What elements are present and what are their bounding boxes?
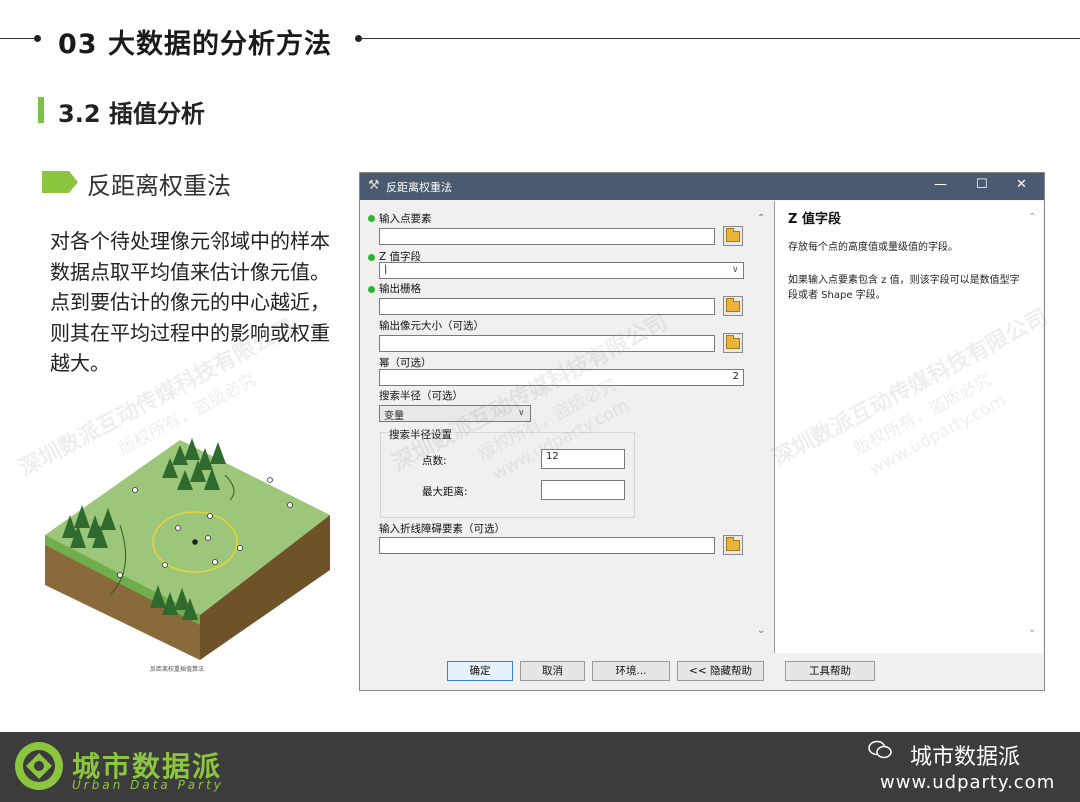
help-paragraph-1: 存放每个点的高度值或量级值的字段。 (788, 242, 958, 253)
search-radius-label: 搜索半径（可选） (379, 390, 463, 402)
power-label: 幂（可选） (379, 357, 432, 369)
folder-icon (726, 335, 740, 349)
help-paragraph-2: 如果输入点要素包含 z 值，则该字段可以是数值型字段或者 Shape 字段。 (788, 275, 1020, 301)
required-dot-icon (368, 254, 375, 261)
scroll-up-icon[interactable]: ⌃ (757, 213, 765, 224)
z-field-select[interactable]: | (379, 262, 744, 279)
max-distance-field[interactable] (541, 480, 625, 500)
barrier-label: 输入折线障碍要素（可选） (379, 523, 505, 535)
required-dot-icon (368, 215, 375, 222)
wechat-icon (868, 740, 892, 759)
footer-account-name: 城市数据派 (910, 745, 1021, 770)
minimize-button[interactable]: — (934, 177, 947, 192)
page-title: 03 大数据的分析方法 (58, 29, 332, 60)
barrier-field[interactable] (379, 537, 715, 554)
header-dot-left (34, 35, 41, 42)
max-distance-label: 最大距离: (422, 486, 468, 498)
scroll-down-icon[interactable]: ⌄ (1028, 624, 1036, 635)
header-rule-right (360, 38, 1080, 39)
hide-help-button[interactable]: << 隐藏帮助 (677, 661, 764, 681)
footer-bar: 城市数据派 Urban Data Party 城市数据派 www.udparty… (0, 732, 1080, 802)
output-raster-field[interactable] (379, 298, 715, 315)
help-title: Z 值字段 (788, 212, 841, 227)
browse-barrier-button[interactable] (723, 535, 743, 555)
environments-button[interactable]: 环境... (592, 661, 670, 681)
illustration-caption: 反距离权重插值算法 (150, 666, 205, 673)
brand-tagline: Urban Data Party (72, 778, 224, 792)
tag-arrow-icon (42, 171, 78, 193)
cell-size-label: 输出像元大小（可选） (379, 320, 484, 332)
output-raster-label: 输出栅格 (379, 283, 421, 295)
chevron-down-icon[interactable]: ∨ (732, 265, 739, 275)
cancel-button[interactable]: 取消 (520, 661, 585, 681)
method-description: 对各个待处理像元邻域中的样本数据点取平均值来估计像元值。点到要估计的像元的中心越… (50, 229, 330, 375)
dialog-title: 反距离权重法 (386, 181, 452, 194)
folder-icon (726, 228, 740, 242)
method-tag: 反距离权重法 (87, 172, 231, 200)
scroll-down-icon[interactable]: ⌄ (757, 625, 765, 636)
folder-icon (726, 298, 740, 312)
section-title: 3.2 插值分析 (58, 100, 205, 128)
cell-size-field[interactable] (379, 335, 715, 352)
close-button[interactable]: ✕ (1016, 177, 1027, 192)
scroll-up-icon[interactable]: ⌃ (1028, 212, 1036, 223)
subheader-bar (38, 97, 44, 123)
browse-input-points-button[interactable] (723, 226, 743, 246)
dialog-titlebar: ⚒ 反距离权重法 — ☐ ✕ (360, 173, 1044, 200)
maximize-button[interactable]: ☐ (976, 177, 988, 192)
folder-icon (726, 537, 740, 551)
hammer-icon: ⚒ (368, 178, 380, 193)
parameters-scrollbar[interactable]: ⌃ ⌄ (753, 201, 771, 653)
browse-cell-size-button[interactable] (723, 333, 743, 353)
header-rule-left (0, 38, 36, 39)
input-points-label: 输入点要素 (379, 213, 432, 225)
terrain-illustration (45, 438, 330, 660)
required-dot-icon (368, 286, 375, 293)
brand-logo-icon (15, 742, 63, 790)
ok-button[interactable]: 确定 (447, 661, 513, 681)
browse-output-raster-button[interactable] (723, 296, 743, 316)
tool-help-button[interactable]: 工具帮助 (785, 661, 875, 681)
input-points-field[interactable] (379, 228, 715, 245)
footer-url[interactable]: www.udparty.com (880, 772, 1055, 793)
